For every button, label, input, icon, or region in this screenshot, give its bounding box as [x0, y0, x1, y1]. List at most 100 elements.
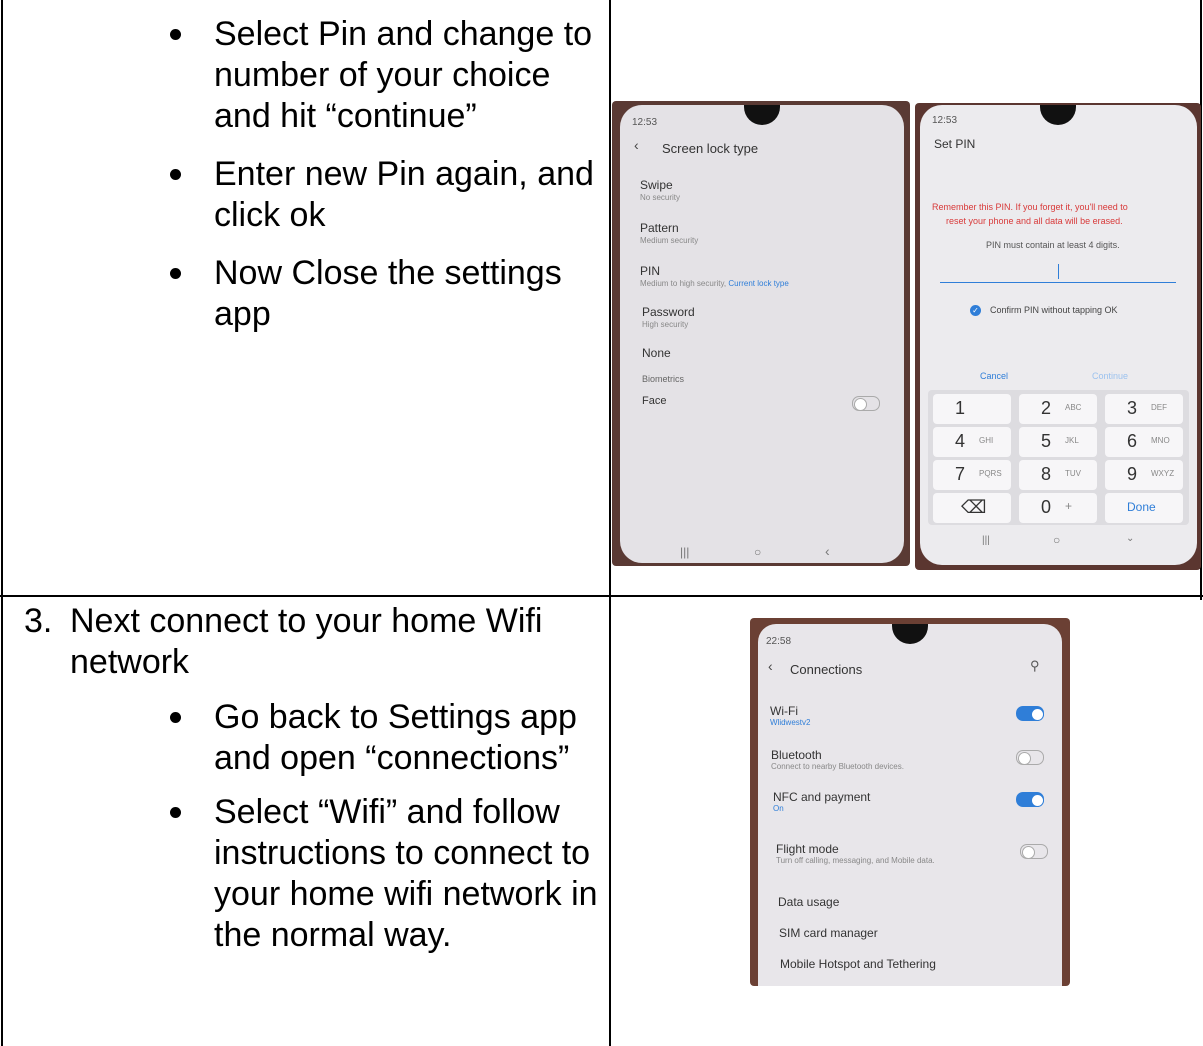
pin-hint: PIN must contain at least 4 digits. — [986, 240, 1120, 250]
key-digit: 7 — [955, 464, 966, 484]
key-digit: 0 — [1041, 497, 1052, 517]
key-9[interactable]: 9 WXYZ — [1105, 460, 1183, 490]
key-digit: 4 — [955, 431, 966, 451]
setting-sub: Wlidwestv2 — [770, 718, 811, 727]
bullet-icon — [170, 712, 181, 723]
key-4[interactable]: 4 GHI — [933, 427, 1011, 457]
key-3[interactable]: 3 DEF — [1105, 394, 1183, 424]
done-label: Done — [1127, 500, 1156, 514]
step-number: 3. — [24, 602, 53, 640]
key-6[interactable]: 6 MNO — [1105, 427, 1183, 457]
phone-photo-screen-lock: 12:53 ‹ Screen lock type Swipe No securi… — [612, 101, 910, 566]
list-item: Now Close the settings app — [170, 253, 599, 335]
search-icon[interactable]: ⚲ — [1030, 658, 1040, 674]
key-8[interactable]: 8 TUV — [1019, 460, 1097, 490]
bullet-text: Select “Wifi” and follow instructions to… — [214, 793, 598, 954]
option-sub: Medium security — [640, 236, 699, 245]
key-backspace[interactable]: ⌫ — [933, 493, 1011, 523]
option-label: Password — [642, 305, 695, 319]
row2-text-cell: 3. Next connect to your home Wifi networ… — [24, 601, 599, 683]
current-lock-label: Current lock type — [728, 279, 789, 288]
key-2[interactable]: 2 ABC — [1019, 394, 1097, 424]
toggle-knob — [1022, 846, 1035, 859]
setting-label: Wi-Fi — [770, 704, 798, 718]
phone-notch — [892, 624, 928, 644]
key-letters: TUV — [1065, 469, 1081, 478]
option-sub: No security — [640, 193, 681, 202]
backspace-icon: ⌫ — [961, 497, 987, 517]
key-letters: PQRS — [979, 469, 1002, 478]
bullet-text: Go back to Settings app and open “connec… — [214, 698, 577, 777]
key-done[interactable]: Done — [1105, 493, 1183, 523]
section-heading: Biometrics — [642, 374, 685, 384]
continue-button[interactable]: Continue — [1092, 371, 1128, 381]
key-letters: MNO — [1151, 436, 1170, 445]
setting-sub: On — [773, 804, 784, 813]
nav-home-icon: ○ — [1053, 533, 1061, 547]
bullet-text: Enter new Pin again, and click ok — [214, 155, 594, 234]
bullet-icon — [170, 169, 181, 180]
row2-bullets-cell: Go back to Settings app and open “connec… — [170, 697, 599, 956]
nav-home-icon: ○ — [754, 545, 762, 559]
key-digit: 8 — [1041, 464, 1052, 484]
row1-bullet-list: Select Pin and change to number of your … — [170, 14, 599, 335]
key-0[interactable]: 0 + — [1019, 493, 1097, 523]
back-arrow-icon: ‹ — [768, 658, 773, 674]
flight-mode-toggle[interactable] — [1020, 844, 1048, 859]
bullet-text: Now Close the settings app — [214, 254, 562, 333]
cancel-button[interactable]: Cancel — [980, 371, 1008, 381]
nav-recents-icon: ||| — [982, 535, 990, 546]
setting-sub: Connect to nearby Bluetooth devices. — [771, 762, 904, 771]
text-cursor — [1058, 264, 1059, 279]
key-letters: GHI — [979, 436, 994, 445]
setting-label: Mobile Hotspot and Tethering — [780, 957, 936, 971]
pin-warning-line2: reset your phone and all data will be er… — [946, 216, 1123, 226]
option-sub: Medium to high security, Current lock ty… — [640, 279, 789, 288]
key-7[interactable]: 7 PQRS — [933, 460, 1011, 490]
pin-warning-line1: Remember this PIN. If you forget it, you… — [932, 202, 1128, 212]
list-item: Enter new Pin again, and click ok — [170, 154, 599, 236]
phone-notch — [744, 105, 780, 125]
setting-label: NFC and payment — [773, 790, 871, 804]
key-letters: DEF — [1151, 403, 1167, 412]
confirm-pin-label: Confirm PIN without tapping OK — [990, 305, 1118, 315]
key-5[interactable]: 5 JKL — [1019, 427, 1097, 457]
table-row-divider — [0, 595, 1203, 597]
setting-label: Data usage — [778, 895, 840, 909]
screen-title: Set PIN — [934, 137, 976, 151]
toggle-knob — [1031, 794, 1044, 807]
key-letters: JKL — [1065, 436, 1079, 445]
list-item: Select Pin and change to number of your … — [170, 14, 599, 137]
bullet-text: Select Pin and change to number of your … — [214, 15, 593, 135]
nav-collapse-icon: ⌄ — [1126, 533, 1135, 544]
option-sub-text: Medium to high security — [640, 279, 724, 288]
option-label: Pattern — [640, 221, 679, 235]
toggle-knob — [1031, 708, 1044, 721]
bullet-icon — [170, 29, 181, 40]
phone-notch — [1040, 105, 1076, 125]
toggle-knob — [1018, 752, 1031, 765]
option-label: None — [642, 346, 671, 360]
key-digit: 6 — [1127, 431, 1138, 451]
list-item: Go back to Settings app and open “connec… — [170, 697, 599, 779]
step-heading: 3. Next connect to your home Wifi networ… — [24, 601, 599, 683]
key-1[interactable]: 1 — [933, 394, 1011, 424]
key-letters: WXYZ — [1151, 469, 1175, 478]
check-circle-icon[interactable]: ✓ — [970, 305, 981, 316]
pin-input[interactable] — [940, 260, 1176, 283]
table-border-middle — [609, 0, 611, 1046]
screen-title: Screen lock type — [662, 141, 759, 156]
setting-label: SIM card manager — [779, 926, 878, 940]
option-sub: High security — [642, 320, 689, 329]
phone-screen: 12:53 Set PIN Remember this PIN. If you … — [920, 105, 1197, 565]
bullet-icon — [170, 807, 181, 818]
bluetooth-toggle[interactable] — [1016, 750, 1044, 765]
key-digit: 3 — [1127, 398, 1138, 418]
wifi-toggle[interactable] — [1016, 706, 1044, 721]
setting-sub: Turn off calling, messaging, and Mobile … — [776, 856, 935, 865]
option-label: Swipe — [640, 178, 673, 192]
nfc-toggle[interactable] — [1016, 792, 1044, 807]
row1-text-cell: Select Pin and change to number of your … — [170, 14, 599, 335]
document-page: Select Pin and change to number of your … — [0, 0, 1203, 1046]
face-toggle — [852, 396, 880, 411]
